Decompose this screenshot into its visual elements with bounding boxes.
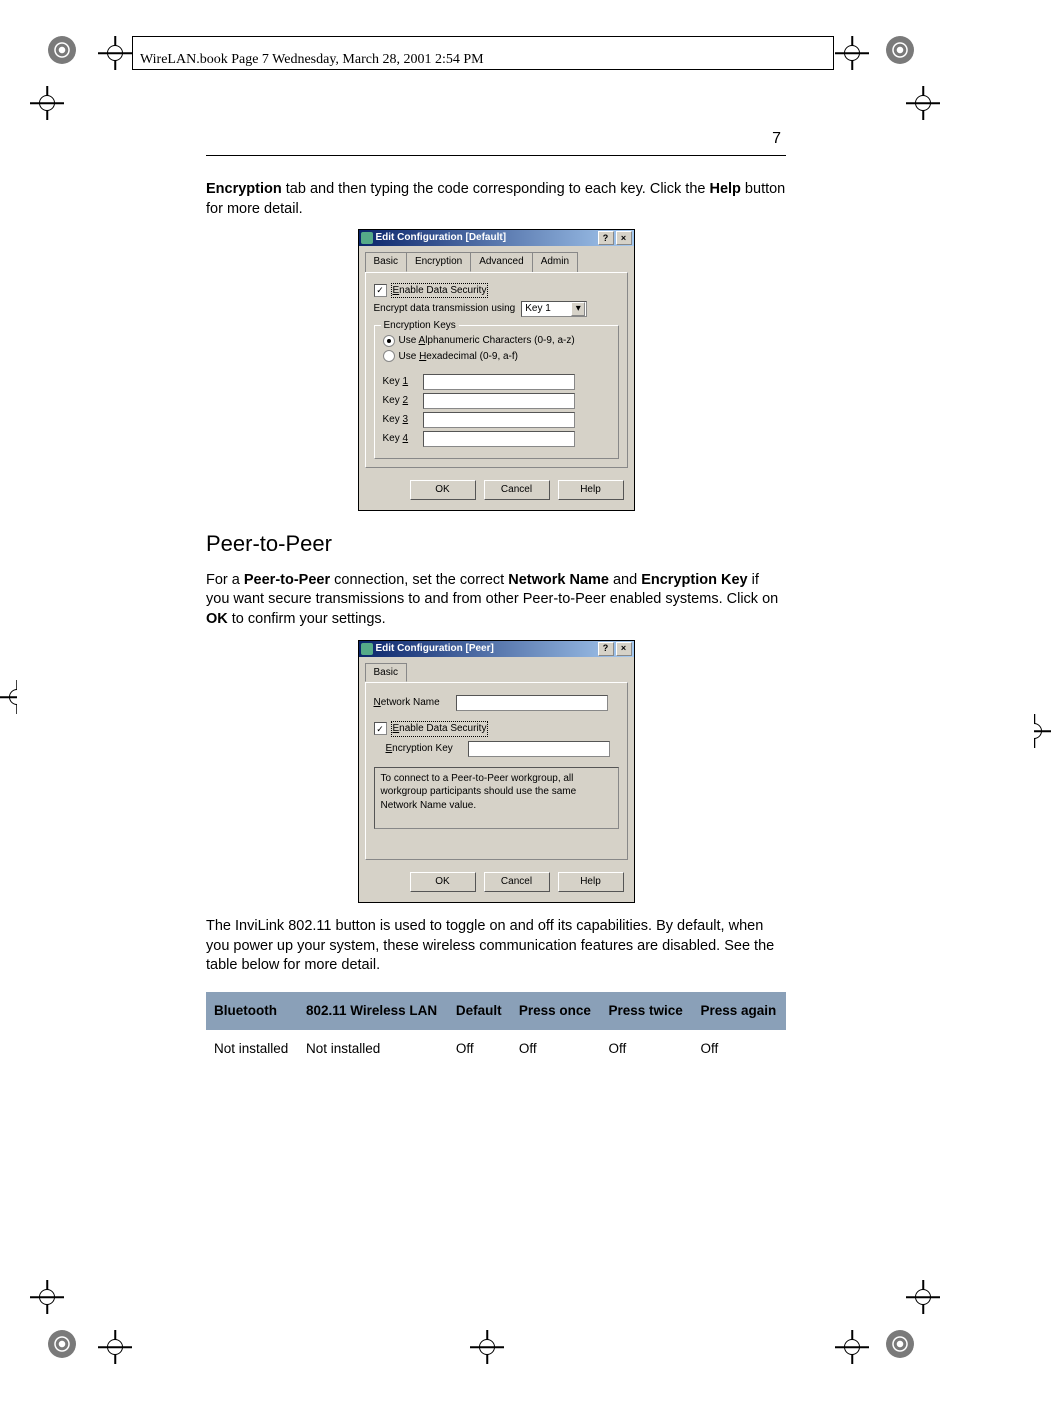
encryption-bold: Encryption <box>206 181 282 197</box>
radio-alphanumeric[interactable] <box>383 335 395 347</box>
enable-data-security-checkbox[interactable]: ✓ <box>374 722 387 735</box>
print-crosshair-tr1 <box>835 36 869 70</box>
app-icon <box>361 643 373 655</box>
th-default: Default <box>448 992 511 1030</box>
dialog-title: Edit Configuration [Default] <box>376 231 507 245</box>
print-crosshair-l2 <box>30 1280 64 1314</box>
encryption-keys-fieldset: Encryption Keys Use Alphanumeric Charact… <box>374 325 619 459</box>
page-rule <box>206 155 786 156</box>
tab-panel: Network Name ✓ Enable Data Security Encr… <box>365 682 628 860</box>
help-button[interactable]: Help <box>558 872 624 892</box>
print-crosshair-bl1 <box>98 1330 132 1364</box>
page-header: WireLAN.book Page 7 Wednesday, March 28,… <box>140 52 484 68</box>
close-icon[interactable]: × <box>616 231 632 245</box>
tab-encryption[interactable]: Encryption <box>406 252 471 272</box>
chevron-down-icon: ▾ <box>571 302 585 316</box>
tab-basic[interactable]: Basic <box>365 663 407 683</box>
app-icon <box>361 232 373 244</box>
feature-table: Bluetooth 802.11 Wireless LAN Default Pr… <box>206 992 786 1068</box>
print-gear-tl <box>48 36 76 64</box>
key3-input[interactable] <box>423 412 575 428</box>
dialog-title: Edit Configuration [Peer] <box>376 642 494 656</box>
tab-strip: Basic Encryption Advanced Admin <box>365 252 628 272</box>
th-bluetooth: Bluetooth <box>206 992 298 1030</box>
encryption-key-input[interactable] <box>468 741 610 757</box>
key2-input[interactable] <box>423 393 575 409</box>
radio-hex-label: Use Hexadecimal (0-9, a-f) <box>399 350 519 364</box>
cancel-button[interactable]: Cancel <box>484 480 550 500</box>
help-button[interactable]: Help <box>558 480 624 500</box>
peer-paragraph: For a Peer-to-Peer connection, set the c… <box>206 571 786 630</box>
print-crosshair-rm <box>1034 714 1051 748</box>
network-name-label: Network Name <box>374 696 450 710</box>
print-gear-br <box>886 1330 914 1358</box>
tab-panel: ✓ Enable Data Security Encrypt data tran… <box>365 272 628 469</box>
print-crosshair-br1 <box>835 1330 869 1364</box>
th-press-once: Press once <box>511 992 601 1030</box>
print-crosshair-r1 <box>906 86 940 120</box>
radio-hex[interactable] <box>383 350 395 362</box>
key4-label: Key 4 <box>383 432 417 446</box>
key4-input[interactable] <box>423 431 575 447</box>
titlebar: Edit Configuration [Peer] ? × <box>359 641 634 657</box>
network-name-input[interactable] <box>456 695 608 711</box>
edit-config-peer-dialog: Edit Configuration [Peer] ? × Basic Netw… <box>358 640 635 904</box>
ok-button[interactable]: OK <box>410 872 476 892</box>
key1-input[interactable] <box>423 374 575 390</box>
th-press-again: Press again <box>692 992 786 1030</box>
th-wireless-lan: 802.11 Wireless LAN <box>298 992 448 1030</box>
print-crosshair-tl1 <box>98 36 132 70</box>
intro-paragraph: Encryption tab and then typing the code … <box>206 180 786 219</box>
print-crosshair-l1 <box>30 86 64 120</box>
fieldset-legend: Encryption Keys <box>381 319 459 333</box>
page-number: 7 <box>772 130 781 148</box>
encrypt-key-select[interactable]: Key 1 ▾ <box>521 301 587 317</box>
tab-strip: Basic <box>365 663 628 683</box>
tab-basic[interactable]: Basic <box>365 252 407 272</box>
invilink-paragraph: The InviLink 802.11 button is used to to… <box>206 917 786 976</box>
tab-advanced[interactable]: Advanced <box>470 252 532 272</box>
tab-admin[interactable]: Admin <box>532 252 578 272</box>
th-press-twice: Press twice <box>600 992 692 1030</box>
enable-data-security-label: Enable Data Security <box>391 721 489 737</box>
encrypt-using-label: Encrypt data transmission using <box>374 302 516 316</box>
help-bold: Help <box>709 181 740 197</box>
print-crosshair-bm <box>470 1330 504 1364</box>
enable-data-security-label: Enable Data Security <box>391 283 489 299</box>
print-gear-bl <box>48 1330 76 1358</box>
help-icon[interactable]: ? <box>598 642 614 656</box>
help-icon[interactable]: ? <box>598 231 614 245</box>
key3-label: Key 3 <box>383 413 417 427</box>
print-crosshair-lm <box>0 680 17 714</box>
ok-button[interactable]: OK <box>410 480 476 500</box>
key2-label: Key 2 <box>383 394 417 408</box>
print-crosshair-r2 <box>906 1280 940 1314</box>
info-box: To connect to a Peer-to-Peer workgroup, … <box>374 767 619 829</box>
enable-data-security-checkbox[interactable]: ✓ <box>374 284 387 297</box>
cancel-button[interactable]: Cancel <box>484 872 550 892</box>
key1-label: Key 1 <box>383 375 417 389</box>
table-row: Not installed Not installed Off Off Off … <box>206 1030 786 1068</box>
print-gear-tr <box>886 36 914 64</box>
edit-config-default-dialog: Edit Configuration [Default] ? × Basic E… <box>358 229 635 511</box>
section-heading: Peer-to-Peer <box>206 529 786 559</box>
encryption-key-label: Encryption Key <box>386 742 462 756</box>
close-icon[interactable]: × <box>616 642 632 656</box>
radio-alpha-label: Use Alphanumeric Characters (0-9, a-z) <box>399 334 575 348</box>
titlebar: Edit Configuration [Default] ? × <box>359 230 634 246</box>
